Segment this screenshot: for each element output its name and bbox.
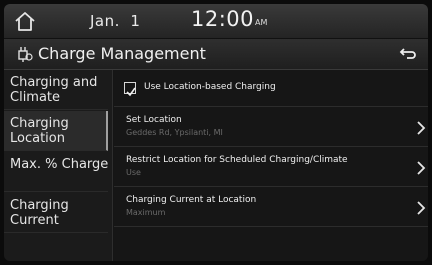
location-charging-checkbox[interactable] — [124, 82, 136, 97]
screen-frame: Jan. 1 12:00 AM Charge Management Chargi… — [4, 4, 428, 261]
set-location-label: Set Location — [126, 115, 182, 125]
sidebar-item-label: Charging and Climate — [10, 75, 98, 105]
chevron-right-icon — [417, 161, 426, 175]
location-charging-label: Use Location-based Charging — [144, 82, 276, 92]
back-arrow-icon — [399, 48, 416, 59]
restrict-location-row[interactable]: Restrict Location for Scheduled Charging… — [114, 150, 428, 187]
sidebar-item-charging-current[interactable]: Charging Current — [4, 193, 108, 233]
use-location-charging-row[interactable]: Use Location-based Charging — [114, 70, 428, 107]
sidebar-item-label: Charging Location — [10, 116, 69, 146]
sidebar-item-max-charge[interactable]: Max. % Charge — [4, 152, 108, 192]
status-bar: Jan. 1 12:00 AM — [4, 4, 428, 39]
back-button[interactable] — [388, 39, 428, 69]
restrict-location-value: Use — [126, 168, 141, 177]
charging-current-location-label: Charging Current at Location — [126, 195, 257, 205]
checkmark-icon — [126, 87, 136, 97]
sidebar-item-label: Charging Current — [10, 198, 69, 228]
charging-current-location-row[interactable]: Charging Current at Location Maximum — [114, 190, 428, 227]
title-bar: Charge Management — [4, 39, 428, 70]
chevron-right-icon — [417, 201, 426, 215]
status-ampm: AM — [255, 18, 268, 27]
sidebar-item-label: Max. % Charge — [10, 157, 109, 172]
sidebar-item-charging-and-climate[interactable]: Charging and Climate — [4, 70, 108, 110]
set-location-value: Geddes Rd, Ypsilanti, MI — [126, 128, 223, 137]
settings-list: Use Location-based Charging Set Location… — [114, 70, 428, 261]
set-location-row[interactable]: Set Location Geddes Rd, Ypsilanti, MI — [114, 110, 428, 147]
charging-plug-icon — [14, 45, 34, 63]
status-time: 12:00 — [191, 7, 255, 31]
home-icon[interactable] — [10, 7, 40, 35]
chevron-right-icon — [417, 121, 426, 135]
restrict-location-label: Restrict Location for Scheduled Charging… — [126, 155, 348, 165]
status-date: Jan. 1 — [90, 12, 141, 30]
sidebar-menu: Charging and Climate Charging Location M… — [4, 70, 113, 261]
page-title: Charge Management — [38, 44, 206, 63]
charging-current-location-value: Maximum — [126, 208, 166, 217]
sidebar-item-charging-location[interactable]: Charging Location — [4, 111, 108, 151]
